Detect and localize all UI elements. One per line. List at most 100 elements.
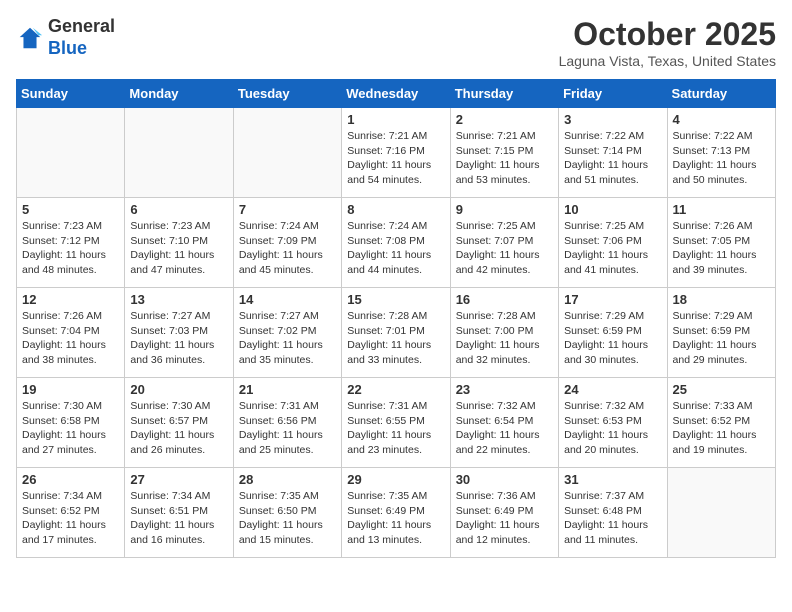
weekday-wednesday: Wednesday	[342, 80, 450, 108]
day-number: 13	[130, 292, 227, 307]
weekday-header-row: SundayMondayTuesdayWednesdayThursdayFrid…	[17, 80, 776, 108]
week-row-2: 5Sunrise: 7:23 AM Sunset: 7:12 PM Daylig…	[17, 198, 776, 288]
day-info: Sunrise: 7:35 AM Sunset: 6:49 PM Dayligh…	[347, 489, 444, 548]
day-number: 22	[347, 382, 444, 397]
weekday-sunday: Sunday	[17, 80, 125, 108]
day-number: 2	[456, 112, 553, 127]
day-number: 29	[347, 472, 444, 487]
day-info: Sunrise: 7:23 AM Sunset: 7:10 PM Dayligh…	[130, 219, 227, 278]
day-info: Sunrise: 7:32 AM Sunset: 6:54 PM Dayligh…	[456, 399, 553, 458]
calendar-header: SundayMondayTuesdayWednesdayThursdayFrid…	[17, 80, 776, 108]
week-row-5: 26Sunrise: 7:34 AM Sunset: 6:52 PM Dayli…	[17, 468, 776, 558]
day-info: Sunrise: 7:36 AM Sunset: 6:49 PM Dayligh…	[456, 489, 553, 548]
logo-general: General	[48, 16, 115, 36]
day-number: 28	[239, 472, 336, 487]
calendar-cell: 23Sunrise: 7:32 AM Sunset: 6:54 PM Dayli…	[450, 378, 558, 468]
day-info: Sunrise: 7:31 AM Sunset: 6:55 PM Dayligh…	[347, 399, 444, 458]
day-number: 24	[564, 382, 661, 397]
day-info: Sunrise: 7:32 AM Sunset: 6:53 PM Dayligh…	[564, 399, 661, 458]
day-info: Sunrise: 7:25 AM Sunset: 7:07 PM Dayligh…	[456, 219, 553, 278]
day-number: 1	[347, 112, 444, 127]
day-number: 19	[22, 382, 119, 397]
day-info: Sunrise: 7:21 AM Sunset: 7:16 PM Dayligh…	[347, 129, 444, 188]
day-number: 12	[22, 292, 119, 307]
calendar-cell: 30 Sunrise: 7:36 AM Sunset: 6:49 PM Dayli…	[450, 468, 558, 558]
weekday-monday: Monday	[125, 80, 233, 108]
day-info: Sunrise: 7:37 AM Sunset: 6:48 PM Dayligh…	[564, 489, 661, 548]
calendar-cell: 24 Sunrise: 7:32 AM Sunset: 6:53 PM Dayli…	[559, 378, 667, 468]
day-number: 10	[564, 202, 661, 217]
day-info: Sunrise: 7:28 AM Sunset: 7:00 PM Dayligh…	[456, 309, 553, 368]
day-info: Sunrise: 7:23 AM Sunset: 7:12 PM Dayligh…	[22, 219, 119, 278]
day-info: Sunrise: 7:30 AM Sunset: 6:57 PM Dayligh…	[130, 399, 227, 458]
calendar-cell: 13 Sunrise: 7:27 AM Sunset: 7:03 PM Dayli…	[125, 288, 233, 378]
calendar-cell: 3Sunrise: 7:22 AM Sunset: 7:14 PM Daylig…	[559, 108, 667, 198]
weekday-tuesday: Tuesday	[233, 80, 341, 108]
calendar-cell: 21 Sunrise: 7:31 AM Sunset: 6:56 PM Dayli…	[233, 378, 341, 468]
day-info: Sunrise: 7:33 AM Sunset: 6:52 PM Dayligh…	[673, 399, 770, 458]
week-row-4: 19Sunrise: 7:30 AM Sunset: 6:58 PM Dayli…	[17, 378, 776, 468]
day-info: Sunrise: 7:22 AM Sunset: 7:13 PM Dayligh…	[673, 129, 770, 188]
weekday-saturday: Saturday	[667, 80, 775, 108]
calendar-cell	[125, 108, 233, 198]
day-info: Sunrise: 7:29 AM Sunset: 6:59 PM Dayligh…	[673, 309, 770, 368]
logo-icon	[16, 24, 44, 52]
day-info: Sunrise: 7:27 AM Sunset: 7:03 PM Dayligh…	[130, 309, 227, 368]
calendar-cell: 11 Sunrise: 7:26 AM Sunset: 7:05 PM Dayli…	[667, 198, 775, 288]
day-number: 27	[130, 472, 227, 487]
day-number: 14	[239, 292, 336, 307]
week-row-3: 12 Sunrise: 7:26 AM Sunset: 7:04 PM Dayli…	[17, 288, 776, 378]
calendar-cell: 22 Sunrise: 7:31 AM Sunset: 6:55 PM Dayli…	[342, 378, 450, 468]
day-info: Sunrise: 7:26 AM Sunset: 7:05 PM Dayligh…	[673, 219, 770, 278]
day-number: 16	[456, 292, 553, 307]
day-info: Sunrise: 7:21 AM Sunset: 7:15 PM Dayligh…	[456, 129, 553, 188]
calendar-cell: 2 Sunrise: 7:21 AM Sunset: 7:15 PM Daylig…	[450, 108, 558, 198]
calendar-cell: 9Sunrise: 7:25 AM Sunset: 7:07 PM Daylig…	[450, 198, 558, 288]
logo-text: General Blue	[48, 16, 115, 59]
day-number: 11	[673, 202, 770, 217]
calendar-cell: 17Sunrise: 7:29 AM Sunset: 6:59 PM Dayli…	[559, 288, 667, 378]
day-number: 30	[456, 472, 553, 487]
calendar-cell: 15Sunrise: 7:28 AM Sunset: 7:01 PM Dayli…	[342, 288, 450, 378]
calendar-cell: 10Sunrise: 7:25 AM Sunset: 7:06 PM Dayli…	[559, 198, 667, 288]
calendar-cell: 26Sunrise: 7:34 AM Sunset: 6:52 PM Dayli…	[17, 468, 125, 558]
calendar-cell	[667, 468, 775, 558]
calendar-cell	[17, 108, 125, 198]
day-info: Sunrise: 7:35 AM Sunset: 6:50 PM Dayligh…	[239, 489, 336, 548]
day-number: 7	[239, 202, 336, 217]
day-number: 21	[239, 382, 336, 397]
calendar-cell: 25 Sunrise: 7:33 AM Sunset: 6:52 PM Dayli…	[667, 378, 775, 468]
day-number: 3	[564, 112, 661, 127]
day-number: 25	[673, 382, 770, 397]
calendar-cell: 7 Sunrise: 7:24 AM Sunset: 7:09 PM Daylig…	[233, 198, 341, 288]
weekday-thursday: Thursday	[450, 80, 558, 108]
day-number: 18	[673, 292, 770, 307]
calendar-body: 1 Sunrise: 7:21 AM Sunset: 7:16 PM Daylig…	[17, 108, 776, 558]
calendar-cell: 5Sunrise: 7:23 AM Sunset: 7:12 PM Daylig…	[17, 198, 125, 288]
calendar-cell: 14 Sunrise: 7:27 AM Sunset: 7:02 PM Dayli…	[233, 288, 341, 378]
calendar-cell: 31 Sunrise: 7:37 AM Sunset: 6:48 PM Dayli…	[559, 468, 667, 558]
day-number: 8	[347, 202, 444, 217]
day-info: Sunrise: 7:28 AM Sunset: 7:01 PM Dayligh…	[347, 309, 444, 368]
calendar-cell: 6 Sunrise: 7:23 AM Sunset: 7:10 PM Daylig…	[125, 198, 233, 288]
day-info: Sunrise: 7:31 AM Sunset: 6:56 PM Dayligh…	[239, 399, 336, 458]
day-number: 6	[130, 202, 227, 217]
day-info: Sunrise: 7:24 AM Sunset: 7:09 PM Dayligh…	[239, 219, 336, 278]
day-number: 17	[564, 292, 661, 307]
day-info: Sunrise: 7:34 AM Sunset: 6:51 PM Dayligh…	[130, 489, 227, 548]
calendar-cell: 16 Sunrise: 7:28 AM Sunset: 7:00 PM Dayli…	[450, 288, 558, 378]
calendar-cell: 27 Sunrise: 7:34 AM Sunset: 6:51 PM Dayli…	[125, 468, 233, 558]
calendar-cell: 20Sunrise: 7:30 AM Sunset: 6:57 PM Dayli…	[125, 378, 233, 468]
calendar-cell	[233, 108, 341, 198]
calendar-cell: 28 Sunrise: 7:35 AM Sunset: 6:50 PM Dayli…	[233, 468, 341, 558]
calendar-cell: 19Sunrise: 7:30 AM Sunset: 6:58 PM Dayli…	[17, 378, 125, 468]
calendar: SundayMondayTuesdayWednesdayThursdayFrid…	[16, 79, 776, 558]
calendar-cell: 12 Sunrise: 7:26 AM Sunset: 7:04 PM Dayli…	[17, 288, 125, 378]
day-info: Sunrise: 7:34 AM Sunset: 6:52 PM Dayligh…	[22, 489, 119, 548]
logo: General Blue	[16, 16, 115, 59]
day-info: Sunrise: 7:26 AM Sunset: 7:04 PM Dayligh…	[22, 309, 119, 368]
month-title: October 2025	[559, 16, 776, 53]
day-number: 31	[564, 472, 661, 487]
day-info: Sunrise: 7:27 AM Sunset: 7:02 PM Dayligh…	[239, 309, 336, 368]
calendar-cell: 4Sunrise: 7:22 AM Sunset: 7:13 PM Daylig…	[667, 108, 775, 198]
